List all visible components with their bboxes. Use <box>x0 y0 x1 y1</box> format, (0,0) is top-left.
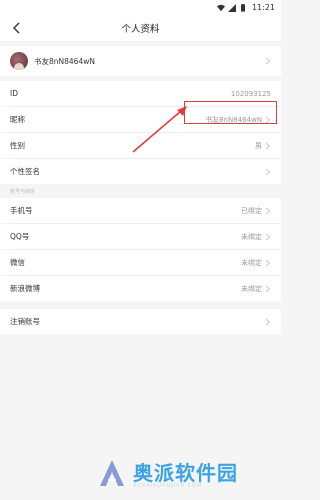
qq-label: QQ号 <box>10 232 30 241</box>
annotation-arrow-icon <box>132 106 187 153</box>
phone-row[interactable]: 手机号 已绑定 <box>0 198 281 223</box>
chevron-right-icon <box>265 142 271 149</box>
weibo-status: 未绑定 <box>241 284 262 293</box>
qq-row[interactable]: QQ号 未绑定 <box>0 224 281 249</box>
signal-icon <box>227 3 236 12</box>
page-title: 个人资料 <box>121 24 160 35</box>
chevron-right-icon <box>265 57 271 65</box>
gender-value: 男 <box>255 141 262 150</box>
weibo-row[interactable]: 新浪微博 未绑定 <box>0 276 281 301</box>
signature-label: 个性签名 <box>10 167 40 176</box>
chevron-right-icon <box>265 233 271 240</box>
battery-icon <box>240 3 245 12</box>
wechat-status: 未绑定 <box>241 258 262 267</box>
wechat-row[interactable]: 微信 未绑定 <box>0 250 281 275</box>
profile-name: 书友8nN8464wN <box>34 56 95 66</box>
wifi-icon <box>216 4 225 11</box>
chevron-right-icon <box>265 259 271 266</box>
avatar <box>10 52 28 70</box>
id-label: ID <box>10 89 18 98</box>
weibo-label: 新浪微博 <box>10 284 40 293</box>
gender-label: 性别 <box>10 141 25 150</box>
signature-row[interactable]: 个性签名 <box>0 159 281 184</box>
status-bar: 11:21 <box>0 0 281 15</box>
accounts-section-title: 帐号与绑定 <box>0 184 281 198</box>
highlight-box <box>184 101 277 124</box>
watermark-subtext: AOPAIRUANJIAN.COM <box>133 483 203 489</box>
chevron-right-icon <box>265 207 271 214</box>
status-time: 11:21 <box>251 3 275 12</box>
nav-bar: 个人资料 <box>0 15 281 41</box>
back-arrow-icon[interactable] <box>10 21 24 35</box>
profile-row[interactable]: 书友8nN8464wN <box>0 46 281 76</box>
qq-status: 未绑定 <box>241 232 262 241</box>
phone-status: 已绑定 <box>241 206 262 215</box>
nickname-label: 昵称 <box>10 115 25 124</box>
chevron-right-icon <box>265 318 271 325</box>
phone-label: 手机号 <box>10 206 33 215</box>
id-value: 102093125 <box>230 89 271 98</box>
wechat-label: 微信 <box>10 258 25 267</box>
watermark-logo-icon <box>100 460 124 486</box>
cancel-account-label: 注销账号 <box>10 317 40 326</box>
chevron-right-icon <box>265 285 271 292</box>
chevron-right-icon <box>265 168 271 175</box>
watermark-text: 奥派软件园 <box>133 461 238 485</box>
cancel-account-row[interactable]: 注销账号 <box>0 309 281 334</box>
